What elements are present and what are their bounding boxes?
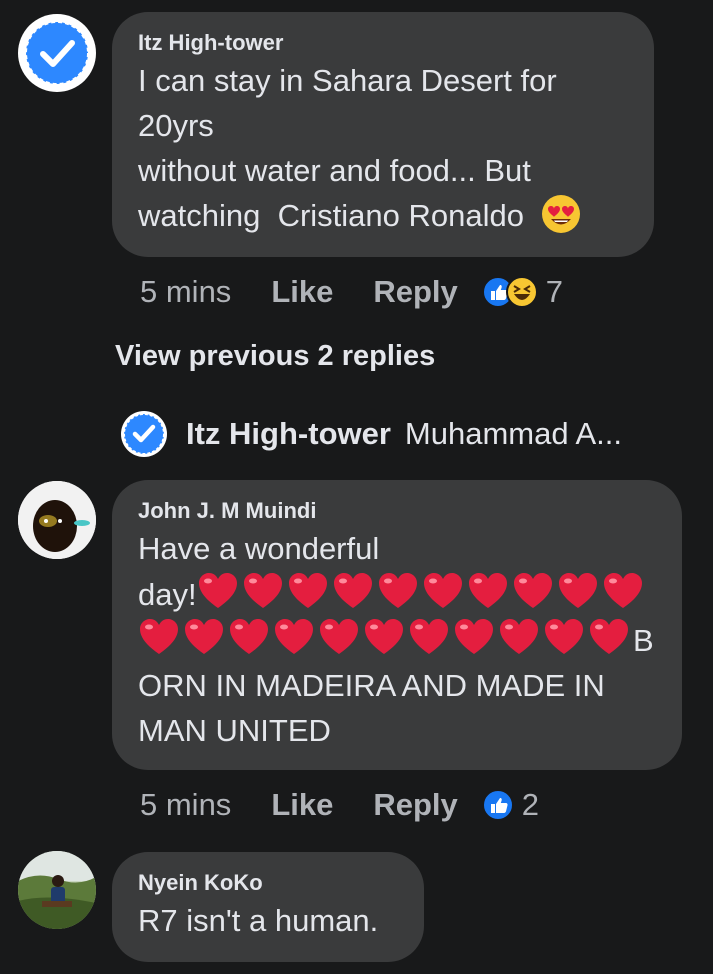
comment-line: day! xyxy=(138,577,197,612)
red-heart-emoji-icon xyxy=(455,619,493,654)
comment-author[interactable]: John J. M Muindi xyxy=(138,496,656,526)
profile-photo-icon xyxy=(18,481,96,559)
comment-author[interactable]: Nyein KoKo xyxy=(138,868,398,898)
red-heart-emoji-icon xyxy=(288,573,327,608)
comment-meta: 5 mins Like Reply 2 xyxy=(140,785,539,825)
reaction-summary[interactable]: 7 xyxy=(481,274,564,310)
red-heart-emoji-icon xyxy=(365,619,403,654)
verified-badge-icon xyxy=(121,411,167,457)
comment-time[interactable]: 5 mins xyxy=(140,787,231,823)
view-previous-replies-link[interactable]: View previous 2 replies xyxy=(115,340,435,373)
comment-line: MAN UNITED xyxy=(138,713,331,748)
haha-reaction-icon xyxy=(505,276,538,308)
comment-line: 20yrs xyxy=(138,108,214,143)
avatar[interactable] xyxy=(18,481,96,559)
red-heart-emoji-icon xyxy=(275,619,313,654)
reaction-count: 7 xyxy=(545,274,564,309)
reply-button[interactable]: Reply xyxy=(373,787,457,823)
comment-line: B xyxy=(633,623,654,658)
profile-photo-icon xyxy=(18,851,96,929)
heart-emoji-row xyxy=(197,573,647,612)
like-button[interactable]: Like xyxy=(271,274,333,310)
avatar[interactable] xyxy=(18,851,96,929)
reply-preview[interactable]: Itz High-tower Muhammad A... xyxy=(120,410,622,458)
reply-preview-text: Muhammad A... xyxy=(404,416,623,451)
red-heart-emoji-icon xyxy=(140,619,178,654)
heart-emoji-row xyxy=(138,619,633,658)
red-heart-emoji-icon xyxy=(500,619,538,654)
reply-preview-author[interactable]: Itz High-tower xyxy=(186,416,391,452)
red-heart-emoji-icon xyxy=(423,573,462,608)
reaction-summary[interactable]: 2 xyxy=(481,787,540,823)
comment-meta: 5 mins Like Reply 7 xyxy=(140,272,563,312)
red-heart-emoji-icon xyxy=(545,619,583,654)
like-reaction-icon xyxy=(481,789,514,821)
red-heart-emoji-icon xyxy=(320,619,358,654)
comment-author[interactable]: Itz High-tower xyxy=(138,28,628,58)
comment-line: without water and food... But xyxy=(138,153,531,188)
heart-eyes-emoji-icon xyxy=(542,195,581,233)
comment-bubble: John J. M Muindi Have a wonderful day! B… xyxy=(112,480,682,770)
comment-line: Have a wonderful xyxy=(138,531,380,566)
red-heart-emoji-icon xyxy=(410,619,448,654)
red-heart-emoji-icon xyxy=(198,573,237,608)
comment-bubble: Nyein KoKo R7 isn't a human. xyxy=(112,852,424,962)
avatar[interactable] xyxy=(18,14,96,92)
verified-badge-icon xyxy=(25,21,89,85)
red-heart-emoji-icon xyxy=(243,573,282,608)
comment-time[interactable]: 5 mins xyxy=(140,274,231,310)
like-button[interactable]: Like xyxy=(271,787,333,823)
red-heart-emoji-icon xyxy=(603,573,642,608)
red-heart-emoji-icon xyxy=(558,573,597,608)
comment-line: watching Cristiano Ronaldo xyxy=(138,198,524,233)
red-heart-emoji-icon xyxy=(333,573,372,608)
red-heart-emoji-icon xyxy=(590,619,628,654)
red-heart-emoji-icon xyxy=(468,573,507,608)
red-heart-emoji-icon xyxy=(230,619,268,654)
comment-text: R7 isn't a human. xyxy=(138,903,379,938)
comment-bubble: Itz High-tower I can stay in Sahara Dese… xyxy=(112,12,654,257)
reaction-count: 2 xyxy=(521,787,540,822)
comment-line: ORN IN MADEIRA AND MADE IN xyxy=(138,668,605,703)
red-heart-emoji-icon xyxy=(378,573,417,608)
comment-line: I can stay in Sahara Desert for xyxy=(138,63,557,98)
reply-button[interactable]: Reply xyxy=(373,274,457,310)
red-heart-emoji-icon xyxy=(513,573,552,608)
red-heart-emoji-icon xyxy=(185,619,223,654)
